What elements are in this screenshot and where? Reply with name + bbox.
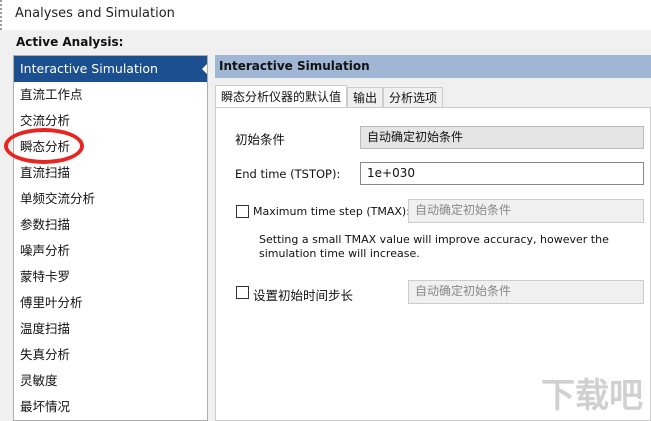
initial-step-checkbox[interactable] (236, 286, 249, 299)
analysis-item[interactable]: 单频交流分析 (14, 186, 207, 212)
analysis-item-transient[interactable]: 瞬态分析 (14, 134, 207, 160)
active-analysis-label: Active Analysis: (16, 35, 124, 49)
tab-analysis-options[interactable]: 分析选项 (383, 87, 444, 108)
tab-bar: 瞬态分析仪器的默认值 输出 分析选项 (215, 85, 444, 108)
watermark-logo: 下载吧 (541, 376, 643, 416)
tmax-input[interactable]: 自动确定初始条件 (408, 199, 644, 223)
initial-conditions-select[interactable]: 自动确定初始条件 (360, 126, 644, 149)
initial-step-input[interactable]: 自动确定初始条件 (408, 280, 644, 304)
end-time-label: End time (TSTOP): (235, 167, 341, 181)
title-bar: Analyses and Simulation (0, 0, 651, 30)
tmax-checkbox[interactable] (236, 205, 249, 218)
analysis-item[interactable]: 温度扫描 (14, 316, 207, 342)
window-title: Analyses and Simulation (15, 6, 175, 21)
initial-step-label: 设置初始时间步长 (253, 288, 354, 303)
analysis-item-interactive[interactable]: Interactive Simulation (14, 56, 207, 82)
tmax-help-text: Setting a small TMAX value will improve … (259, 233, 609, 260)
analysis-item[interactable]: 失真分析 (14, 342, 207, 368)
analysis-item[interactable]: 灵敏度 (14, 368, 207, 394)
analysis-item[interactable]: 交流分析 (14, 108, 207, 134)
tab-transient-defaults[interactable]: 瞬态分析仪器的默认值 (215, 85, 348, 108)
analysis-item[interactable]: 参数扫描 (14, 212, 207, 238)
analysis-item[interactable]: 直流扫描 (14, 160, 207, 186)
tab-output[interactable]: 输出 (347, 87, 384, 108)
tmax-label: Maximum time step (TMAX): (253, 205, 410, 218)
analysis-item[interactable]: 傅里叶分析 (14, 290, 207, 316)
analysis-list[interactable]: Interactive Simulation 直流工作点 交流分析 瞬态分析 直… (13, 55, 208, 421)
panel-header: Interactive Simulation (215, 55, 651, 78)
analysis-item[interactable]: 噪声分析 (14, 238, 207, 264)
analysis-item[interactable]: 最坏情况 (14, 394, 207, 420)
end-time-input[interactable]: 1e+030 (360, 162, 644, 185)
analysis-item[interactable]: 直流工作点 (14, 82, 207, 108)
initial-conditions-label: 初始条件 (235, 132, 286, 147)
analysis-item[interactable]: 蒙特卡罗 (14, 264, 207, 290)
